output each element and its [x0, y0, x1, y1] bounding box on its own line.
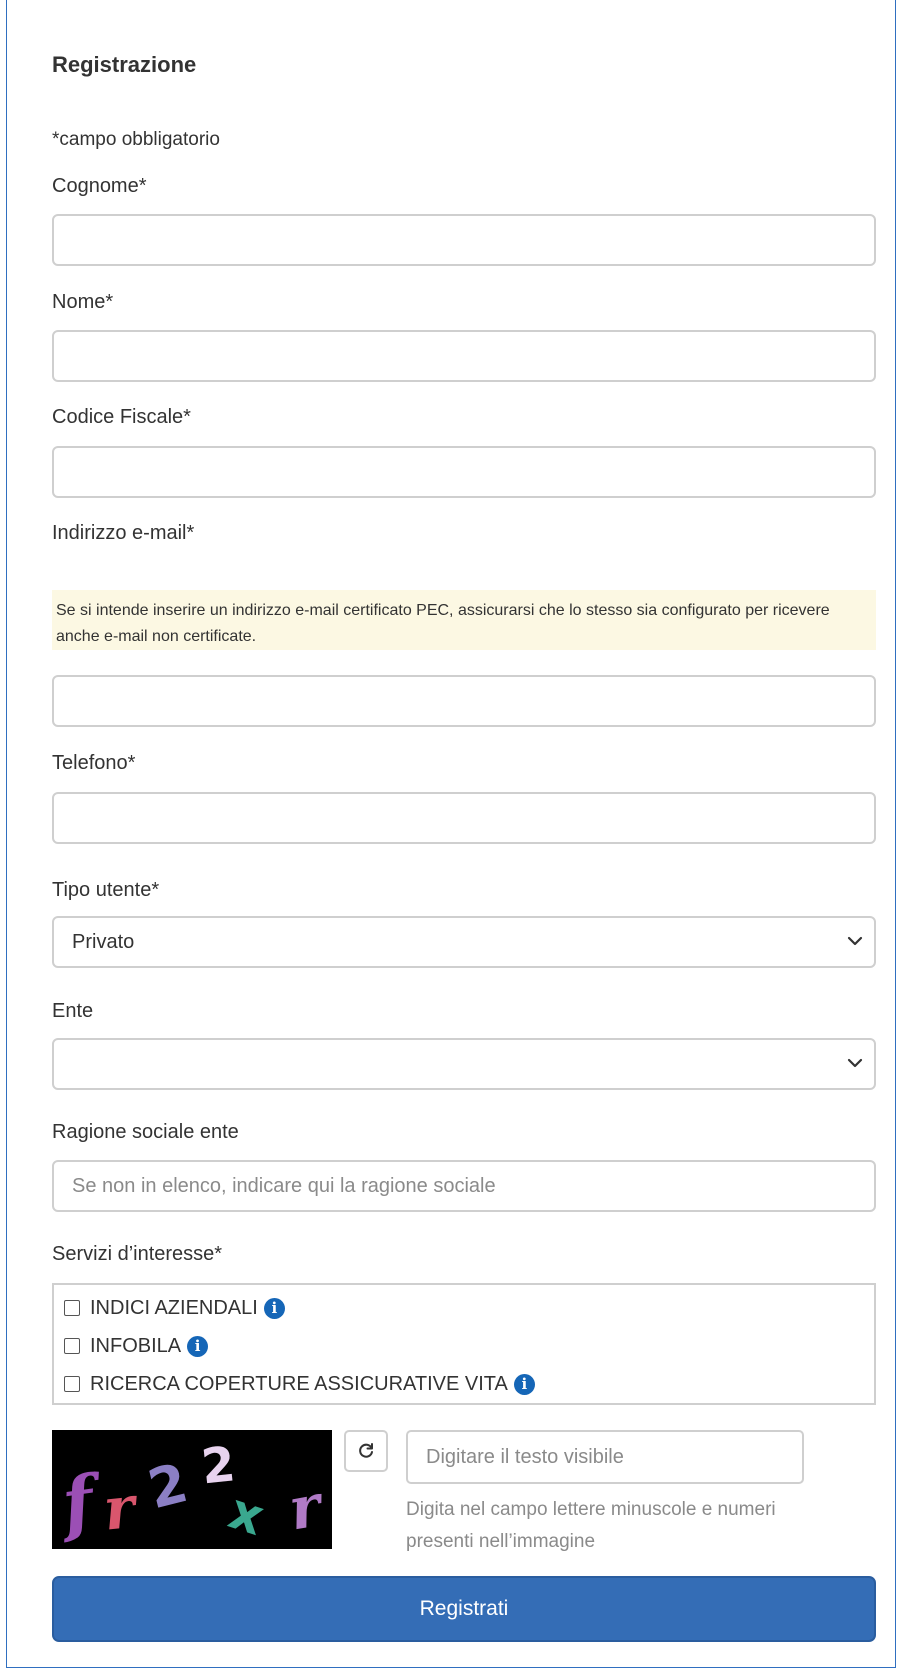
email-label: Indirizzo e-mail* — [52, 522, 195, 544]
page-title: Registrazione — [52, 52, 197, 77]
codice-fiscale-input[interactable] — [52, 446, 876, 498]
captcha-art: f r 2 2 x r — [52, 1430, 332, 1549]
info-icon[interactable]: i — [513, 1373, 535, 1395]
pec-warning: Se si intende inserire un indirizzo e-ma… — [52, 590, 876, 650]
service-label: INFOBILA — [90, 1334, 182, 1357]
captcha-input[interactable] — [406, 1430, 804, 1484]
info-icon[interactable]: i — [263, 1297, 285, 1319]
checkbox-ricerca-coperture[interactable] — [64, 1376, 80, 1392]
tipo-utente-label: Tipo utente* — [52, 879, 160, 901]
cognome-input[interactable] — [52, 214, 876, 266]
ente-select[interactable] — [52, 1038, 876, 1090]
chevron-down-icon — [847, 936, 863, 946]
refresh-icon — [359, 1443, 373, 1458]
nome-label: Nome* — [52, 291, 114, 313]
tipo-utente-select[interactable]: Privato — [52, 916, 876, 968]
captcha-refresh-button[interactable] — [344, 1430, 388, 1472]
chevron-down-icon — [847, 1058, 863, 1068]
ragione-sociale-label: Ragione sociale ente — [52, 1121, 239, 1143]
cognome-label: Cognome* — [52, 175, 147, 197]
service-label: RICERCA COPERTURE ASSICURATIVE VITA — [90, 1372, 508, 1395]
checkbox-infobila[interactable] — [64, 1338, 80, 1354]
service-label: INDICI AZIENDALI — [90, 1296, 258, 1319]
list-item[interactable]: INDICI AZIENDALI i — [64, 1295, 285, 1321]
svg-text:2: 2 — [199, 1436, 238, 1495]
services-list: INDICI AZIENDALI i INFOBILA i RICERCA CO… — [52, 1283, 876, 1405]
checkbox-indici-aziendali[interactable] — [64, 1300, 80, 1316]
captcha-help-text: Digita nel campo lettere minuscole e num… — [406, 1499, 776, 1552]
codice-fiscale-label: Codice Fiscale* — [52, 406, 191, 428]
telefono-label: Telefono* — [52, 752, 136, 774]
email-input[interactable] — [52, 675, 876, 727]
required-note: *campo obbligatorio — [52, 129, 220, 150]
ente-label: Ente — [52, 1000, 94, 1022]
captcha-image: f r 2 2 x r — [52, 1430, 332, 1549]
nome-input[interactable] — [52, 330, 876, 382]
telefono-input[interactable] — [52, 792, 876, 844]
ragione-sociale-input[interactable] — [52, 1160, 876, 1212]
list-item[interactable]: RICERCA COPERTURE ASSICURATIVE VITA i — [64, 1371, 535, 1397]
servizi-label: Servizi d’interesse* — [52, 1243, 223, 1265]
tipo-utente-selected: Privato — [72, 931, 135, 953]
info-icon[interactable]: i — [187, 1335, 209, 1357]
list-item[interactable]: INFOBILA i — [64, 1333, 209, 1359]
register-button[interactable]: Registrati — [52, 1576, 876, 1642]
